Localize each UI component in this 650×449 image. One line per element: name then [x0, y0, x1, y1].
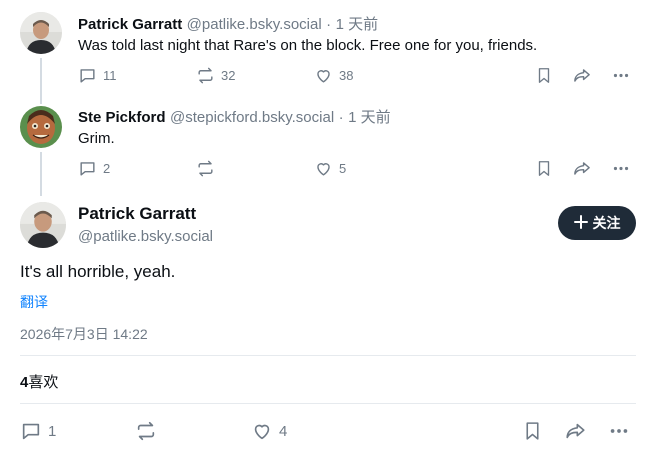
reply-button[interactable]: 1	[20, 420, 56, 442]
translate-link[interactable]: 翻译	[20, 292, 48, 312]
author-name[interactable]: Patrick Garratt	[78, 16, 182, 33]
more-button[interactable]	[611, 159, 631, 178]
thread-line	[40, 152, 42, 196]
share-button[interactable]	[564, 420, 587, 442]
separator: ·	[338, 109, 344, 126]
like-count: 4	[279, 422, 288, 440]
divider	[20, 355, 636, 356]
repost-button[interactable]	[196, 159, 221, 178]
repost-icon	[196, 66, 215, 85]
share-button[interactable]	[572, 159, 592, 178]
bookmark-button[interactable]	[535, 159, 553, 178]
bookmark-icon	[535, 66, 553, 85]
like-count: 5	[339, 161, 347, 176]
bookmark-button[interactable]	[535, 66, 553, 85]
post-text: It's all horrible, yeah.	[20, 262, 176, 281]
post-datetime: 2026年7月3日 14:22	[20, 326, 148, 342]
like-button[interactable]: 4	[251, 420, 287, 442]
avatar[interactable]	[20, 12, 62, 54]
author-name[interactable]: Patrick Garratt	[78, 204, 196, 224]
like-button[interactable]: 5	[314, 159, 346, 178]
reply-icon	[20, 420, 42, 442]
post-text: Grim.	[78, 130, 115, 147]
repost-icon	[135, 420, 157, 442]
bookmark-icon	[535, 159, 553, 178]
more-icon	[611, 159, 631, 178]
follow-label: 关注	[592, 215, 621, 231]
avatar[interactable]	[20, 202, 66, 248]
reply-count: 2	[103, 161, 111, 176]
author-handle[interactable]: @patlike.bsky.social	[78, 228, 213, 245]
share-icon	[564, 420, 587, 442]
more-button[interactable]	[608, 420, 630, 442]
more-icon	[611, 66, 631, 85]
like-summary-label: 喜欢	[28, 374, 59, 391]
like-button[interactable]: 38	[314, 66, 353, 85]
more-button[interactable]	[611, 66, 631, 85]
post-time[interactable]: 1 天前	[348, 109, 391, 126]
like-summary[interactable]: 4喜欢	[20, 371, 58, 392]
reply-icon	[78, 66, 97, 85]
reply-button[interactable]: 2	[78, 159, 110, 178]
like-count: 38	[339, 68, 354, 83]
like-icon	[314, 159, 333, 178]
share-button[interactable]	[572, 66, 592, 85]
author-handle[interactable]: @patlike.bsky.social	[187, 16, 322, 33]
follow-button[interactable]: 关注	[558, 206, 636, 240]
post-text: Was told last night that Rare's on the b…	[78, 37, 538, 54]
author-name[interactable]: Ste Pickford	[78, 109, 166, 126]
plus-icon	[573, 214, 588, 232]
post-header: Patrick Garratt @patlike.bsky.social · 1…	[78, 13, 378, 34]
thread-line	[40, 58, 42, 104]
post-header: Ste Pickford @stepickford.bsky.social · …	[78, 106, 391, 127]
bookmark-icon	[522, 420, 543, 442]
repost-button[interactable]	[135, 420, 157, 442]
repost-icon	[196, 159, 215, 178]
repost-button[interactable]: 32	[196, 66, 235, 85]
avatar[interactable]	[20, 106, 62, 148]
more-icon	[608, 420, 630, 442]
like-icon	[314, 66, 333, 85]
share-icon	[572, 66, 592, 85]
separator: ·	[326, 16, 332, 33]
reply-count: 11	[103, 68, 117, 83]
reply-count: 1	[48, 422, 57, 440]
share-icon	[572, 159, 592, 178]
divider	[20, 403, 636, 404]
repost-count: 32	[221, 68, 236, 83]
like-icon	[251, 420, 273, 442]
author-handle[interactable]: @stepickford.bsky.social	[170, 109, 334, 126]
bookmark-button[interactable]	[522, 420, 543, 442]
reply-button[interactable]: 11	[78, 66, 117, 85]
post-time[interactable]: 1 天前	[336, 16, 379, 33]
reply-icon	[78, 159, 97, 178]
